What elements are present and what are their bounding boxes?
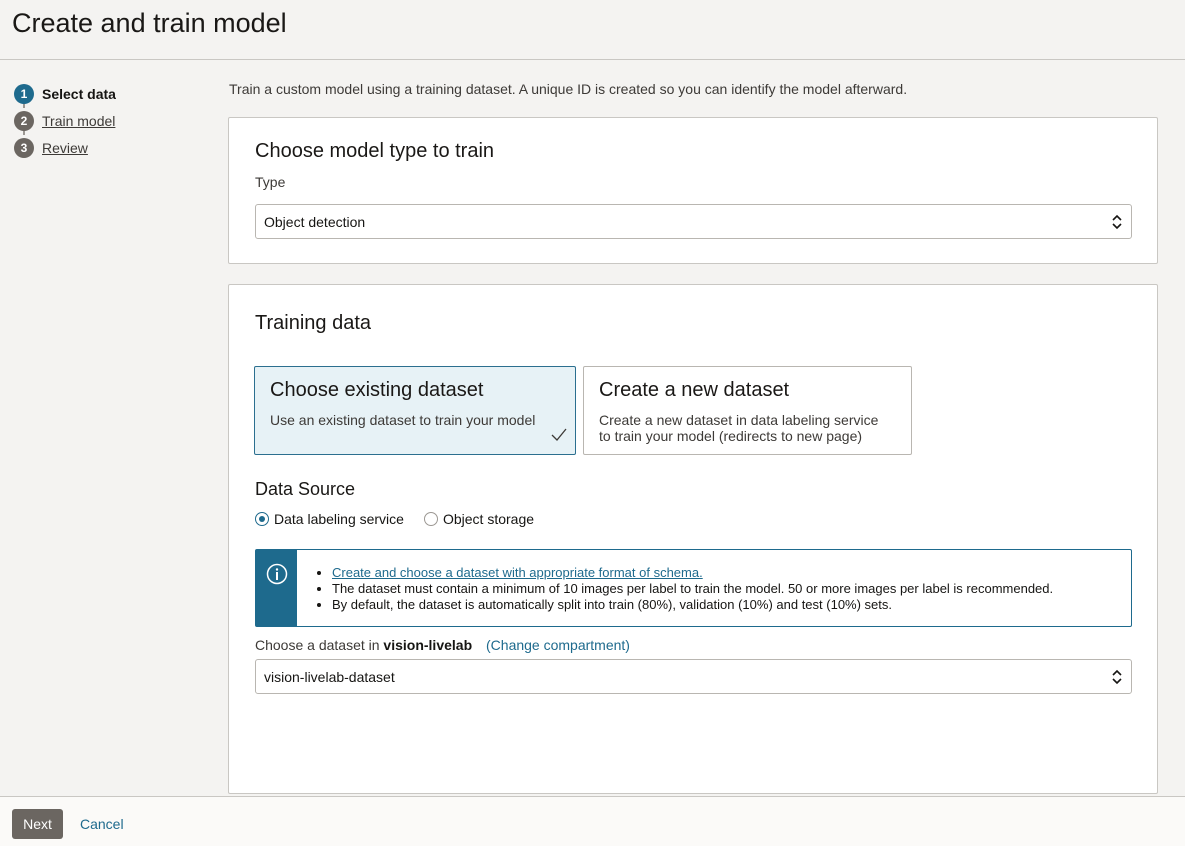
info-list: Create and choose a dataset with appropr… — [332, 565, 1122, 613]
card-title: Choose model type to train — [255, 140, 495, 162]
chevron-up-down-icon — [1112, 669, 1122, 685]
cancel-link[interactable]: Cancel — [80, 816, 124, 832]
model-type-select[interactable]: Object detection — [255, 204, 1132, 239]
choose-existing-dataset-tile[interactable]: Choose existing dataset Use an existing … — [254, 366, 576, 455]
intro-text: Train a custom model using a training da… — [229, 81, 908, 97]
step-number: 1 — [14, 83, 34, 104]
list-item: The dataset must contain a minimum of 10… — [332, 581, 1122, 597]
choose-dataset-text: Choose a dataset in — [255, 637, 380, 653]
model-type-card: Choose model type to train Type Object d… — [228, 117, 1158, 264]
step-select-data[interactable]: 1 Select data — [14, 80, 214, 108]
compartment-name: vision-livelab — [383, 637, 473, 653]
change-compartment-link[interactable]: (Change compartment) — [486, 637, 630, 653]
step-number: 2 — [14, 110, 34, 131]
tile-description: Create a new dataset in data labeling se… — [599, 412, 879, 444]
step-review[interactable]: 3 Review — [14, 134, 214, 161]
step-train-model[interactable]: 2 Train model — [14, 107, 214, 135]
chevron-up-down-icon — [1112, 214, 1122, 230]
next-button[interactable]: Next — [12, 809, 63, 839]
tile-title: Choose existing dataset — [270, 379, 484, 401]
training-data-card: Training data Choose existing dataset Us… — [228, 284, 1158, 794]
footer-bar: Next Cancel — [0, 796, 1185, 846]
data-source-radio-group: Data labeling service Object storage — [255, 511, 554, 527]
data-source-title: Data Source — [255, 479, 356, 499]
tile-title: Create a new dataset — [599, 379, 790, 401]
list-item: Create and choose a dataset with appropr… — [332, 565, 1122, 581]
select-value: vision-livelab-dataset — [264, 668, 395, 685]
info-panel: Create and choose a dataset with appropr… — [255, 549, 1132, 627]
wizard-steps: 1 Select data 2 Train model 3 Review — [14, 80, 214, 161]
info-bar — [256, 550, 297, 626]
tile-description: Use an existing dataset to train your mo… — [270, 412, 536, 428]
info-icon — [266, 563, 288, 585]
choose-dataset-label: Choose a dataset in vision-livelab (Chan… — [255, 637, 630, 653]
create-new-dataset-tile[interactable]: Create a new dataset Create a new datase… — [583, 366, 912, 455]
schema-format-link[interactable]: Create and choose a dataset with appropr… — [332, 565, 703, 580]
list-item: By default, the dataset is automatically… — [332, 597, 1122, 613]
type-label: Type — [255, 174, 286, 190]
page-header: Create and train model — [0, 0, 1185, 60]
data-labeling-service-radio[interactable] — [255, 512, 269, 526]
radio-label[interactable]: Data labeling service — [274, 511, 404, 527]
step-label[interactable]: Train model — [42, 113, 115, 129]
object-storage-radio[interactable] — [423, 512, 438, 526]
radio-label[interactable]: Object storage — [443, 511, 534, 527]
card-title: Training data — [255, 312, 371, 334]
page-title: Create and train model — [12, 8, 287, 38]
checkmark-icon — [551, 428, 567, 441]
select-value: Object detection — [264, 213, 366, 230]
dataset-select[interactable]: vision-livelab-dataset — [255, 659, 1132, 694]
step-label[interactable]: Review — [42, 140, 88, 156]
step-label: Select data — [42, 85, 116, 102]
step-number: 3 — [14, 137, 34, 158]
